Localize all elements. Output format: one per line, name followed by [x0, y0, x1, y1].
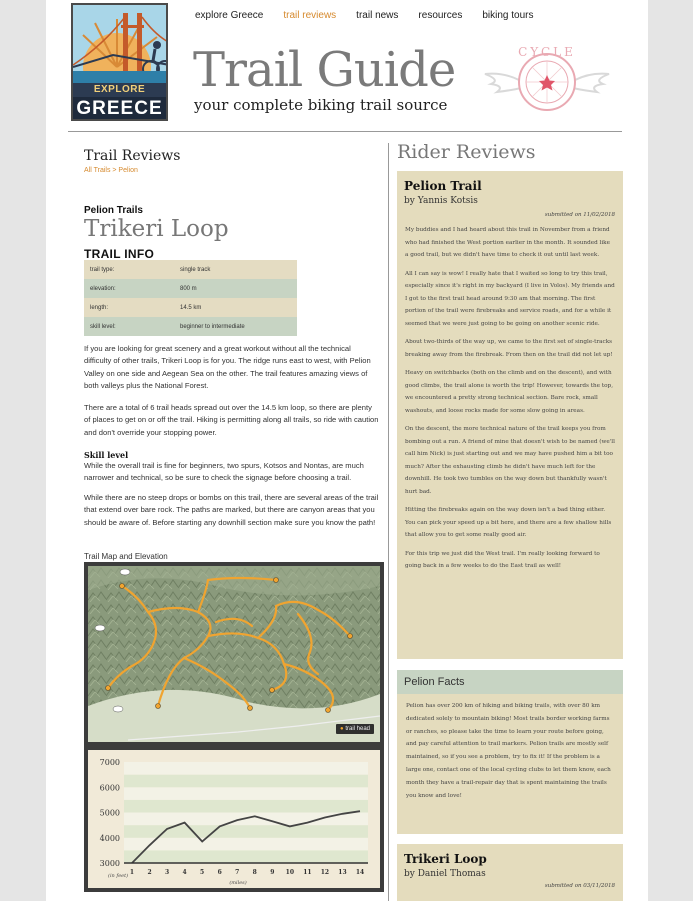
- x-axis-label: (miles): [229, 879, 246, 886]
- info-value: 800 m: [180, 285, 197, 292]
- review-paragraph: About two-thirds of the way up, we came …: [405, 339, 613, 358]
- info-label: trail type:: [90, 266, 115, 273]
- y-tick-label: 4000: [100, 834, 120, 843]
- page: EXPLORE GREECE explore Greece trail revi…: [46, 0, 648, 901]
- trail-region: Pelion Trails: [84, 205, 143, 216]
- logo-explore-text: EXPLORE: [73, 83, 166, 97]
- table-row: length: 14.5 km: [84, 298, 297, 317]
- review-author: by Daniel Thomas: [404, 869, 486, 879]
- table-row: elevation: 800 m: [84, 279, 297, 298]
- section-title: Trail Reviews: [84, 148, 181, 164]
- body-paragraph: While there are no steep drops or bombs …: [84, 493, 379, 527]
- review-paragraph: All I can say is wow! I really hate that…: [405, 270, 615, 327]
- review-date: submitted on 03/11/2018: [544, 883, 615, 889]
- trail-info-table: trail type: single track elevation: 800 m …: [84, 260, 297, 336]
- x-tick-label: 11: [303, 869, 311, 876]
- map-legend: ● trail head: [336, 724, 374, 734]
- map-legend-label: trail head: [345, 726, 370, 732]
- body-paragraph: There are a total of 6 trail heads sprea…: [84, 403, 379, 437]
- pelion-facts-heading: Pelion Facts: [397, 670, 623, 694]
- review-title[interactable]: Pelion Trail: [404, 179, 623, 193]
- review-paragraph: Heavy on switchbacks (both on the climb …: [405, 370, 613, 414]
- grid-band: [124, 787, 368, 800]
- cycle-badge-icon: CYCLE: [484, 45, 610, 111]
- info-label: skill level:: [90, 323, 116, 330]
- x-tick-label: 4: [183, 869, 187, 876]
- nav-trail-reviews[interactable]: trail reviews: [283, 10, 336, 21]
- x-tick-label: 13: [338, 869, 346, 876]
- svg-text:CYCLE: CYCLE: [518, 45, 576, 59]
- trail-map[interactable]: [88, 566, 380, 742]
- column-divider: [388, 143, 389, 901]
- table-row: skill level: beginner to intermediate: [84, 317, 297, 336]
- elevation-chart: 70006000500040003000 1 2 3 4 5 6 7 8 9 10 11 12 13 14…: [88, 750, 380, 888]
- header-divider: [68, 131, 622, 132]
- y-tick-label: 5000: [100, 809, 120, 818]
- x-tick-label: 14: [356, 869, 364, 876]
- body-paragraph: While the overall trail is fine for begi…: [84, 461, 364, 483]
- x-tick-label: 6: [218, 869, 222, 876]
- map-caption: Trail Map and Elevation: [84, 552, 168, 561]
- body-paragraph: If you are looking for great scenery and…: [84, 344, 371, 390]
- review-date: submitted on 11/02/2018: [544, 212, 615, 218]
- y-tick-label: 3000: [100, 859, 120, 868]
- breadcrumb[interactable]: All Trails > Pelion: [84, 167, 380, 174]
- facts-text: Pelion has over 200 km of hiking and bik…: [406, 703, 611, 799]
- grid-band: [124, 774, 368, 788]
- x-tick-label: 7: [235, 869, 239, 876]
- x-tick-label: 10: [286, 869, 294, 876]
- x-tick-label: 8: [253, 869, 257, 876]
- grid-band: [124, 762, 368, 775]
- review-author: by Yannis Kotsis: [404, 196, 478, 206]
- grid-band: [124, 850, 368, 863]
- info-value: single track: [180, 266, 211, 273]
- grid-band: [124, 837, 368, 851]
- info-value: beginner to intermediate: [180, 323, 245, 330]
- info-value: 14.5 km: [180, 304, 202, 311]
- review-paragraph: Hitting the firebreaks again on the way …: [405, 507, 612, 538]
- main-nav: explore Greece trail reviews trail news …: [195, 10, 533, 21]
- review-card: Pelion Trail by Yannis Kotsis submitted …: [397, 171, 623, 659]
- x-tick-label: 9: [270, 869, 274, 876]
- review-paragraph: My buddies and I had heard about this tr…: [405, 227, 610, 258]
- trail-info-heading: TRAIL INFO: [84, 247, 155, 261]
- review-card: Trikeri Loop by Daniel Thomas submitted …: [397, 844, 623, 901]
- site-logo[interactable]: EXPLORE GREECE: [71, 3, 168, 121]
- y-tick-label: 7000: [100, 758, 120, 767]
- trail-review-article: Trail Reviews All Trails > Pelion Pelion…: [84, 148, 384, 892]
- nav-trail-news[interactable]: trail news: [356, 10, 398, 21]
- trail-head-legend-icon: ●: [340, 726, 344, 732]
- nav-resources[interactable]: resources: [418, 10, 462, 21]
- x-tick-label: 3: [165, 869, 169, 876]
- logo-greece-text: GREECE: [73, 97, 166, 119]
- table-row: trail type: single track: [84, 260, 297, 279]
- nav-explore-greece[interactable]: explore Greece: [195, 10, 263, 21]
- site-tagline: your complete biking trail source: [194, 96, 448, 114]
- info-label: elevation:: [90, 285, 116, 292]
- x-tick-label: 5: [200, 869, 204, 876]
- nav-biking-tours[interactable]: biking tours: [482, 10, 533, 21]
- info-label: length:: [90, 304, 109, 311]
- y-tick-label: 6000: [100, 783, 120, 792]
- pelion-facts-box: Pelion has over 200 km of hiking and bik…: [397, 694, 623, 834]
- x-tick-label: 1: [130, 869, 134, 876]
- skill-level-heading: Skill level: [84, 450, 129, 460]
- site-title: Trail Guide: [193, 42, 456, 98]
- review-paragraph: On the descent, the more technical natur…: [405, 426, 615, 495]
- review-paragraph: For this trip we just did the West trail…: [405, 550, 600, 570]
- bridge-logo-icon: [73, 5, 166, 85]
- y-axis-label: (in feet): [108, 872, 128, 879]
- grid-band: [124, 799, 368, 813]
- review-title[interactable]: Trikeri Loop: [404, 852, 623, 866]
- x-tick-label: 2: [147, 869, 151, 876]
- map-elevation-panel: ● trail head 7000 6000 5000 4000 3000 123456…: [84, 562, 384, 892]
- trail-name-heading: Trikeri Loop: [84, 216, 229, 242]
- rider-reviews-heading: Rider Reviews: [397, 141, 536, 163]
- x-tick-label: 12: [321, 869, 329, 876]
